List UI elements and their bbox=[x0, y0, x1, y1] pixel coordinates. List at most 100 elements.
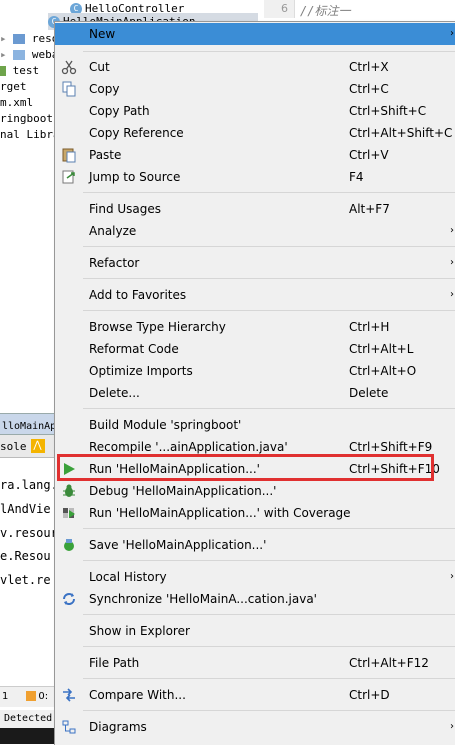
jump-to-source-icon bbox=[62, 170, 75, 184]
menu-separator bbox=[83, 246, 455, 247]
tree-item-springboot-iml[interactable]: ringboot. bbox=[0, 110, 60, 127]
menu-separator bbox=[83, 528, 455, 529]
menu-item-synchronize[interactable]: Synchronize 'HelloMainA...cation.java' bbox=[55, 588, 455, 610]
menu-separator bbox=[83, 710, 455, 711]
menu-item-optimize-imports[interactable]: Optimize Imports Ctrl+Alt+O bbox=[55, 360, 455, 382]
tool-window-0[interactable]: 0: bbox=[38, 691, 48, 702]
debug-icon bbox=[63, 484, 75, 497]
menu-item-shortcut: F4 bbox=[349, 170, 364, 184]
menu-item-find-usages[interactable]: Find Usages Alt+F7 bbox=[55, 198, 455, 220]
console-line: v.resour bbox=[0, 526, 58, 540]
menu-item-compare-with[interactable]: Compare With... Ctrl+D bbox=[55, 684, 455, 706]
menu-item-browse-type-hierarchy[interactable]: Browse Type Hierarchy Ctrl+H bbox=[55, 316, 455, 338]
menu-item-build-module[interactable]: Build Module 'springboot' bbox=[55, 414, 455, 436]
menu-item-shortcut: Ctrl+V bbox=[349, 148, 389, 162]
menu-item-label: Copy Reference bbox=[89, 126, 184, 140]
submenu-arrow-icon: › bbox=[450, 257, 454, 268]
submenu-arrow-icon: › bbox=[450, 571, 454, 582]
console-line: e.Resou bbox=[0, 549, 51, 563]
menu-separator bbox=[83, 408, 455, 409]
menu-item-copy-path[interactable]: Copy Path Ctrl+Shift+C bbox=[55, 100, 455, 122]
menu-item-shortcut: Ctrl+C bbox=[349, 82, 389, 96]
menu-item-label: Reformat Code bbox=[89, 342, 179, 356]
menu-item-label: Find Usages bbox=[89, 202, 162, 216]
menu-item-shortcut: Ctrl+D bbox=[349, 688, 390, 702]
menu-item-file-path[interactable]: File Path Ctrl+Alt+F12 bbox=[55, 652, 455, 674]
scissors-icon bbox=[61, 60, 77, 75]
menu-separator bbox=[83, 678, 455, 679]
tree-item-external-libraries[interactable]: nal Libra bbox=[0, 126, 60, 143]
menu-item-debug[interactable]: Debug 'HelloMainApplication...' bbox=[55, 480, 455, 502]
threads-icon: ⋀ bbox=[30, 438, 45, 453]
paste-icon bbox=[62, 148, 76, 163]
menu-item-jump-to-source[interactable]: Jump to Source F4 bbox=[55, 166, 455, 188]
callout-highlight-box bbox=[57, 454, 434, 481]
menu-item-label: Cut bbox=[89, 60, 110, 74]
menu-item-save-configuration[interactable]: Save 'HelloMainApplication...' bbox=[55, 534, 455, 556]
folder-icon bbox=[13, 50, 26, 60]
menu-item-shortcut: Ctrl+Alt+O bbox=[349, 364, 417, 378]
coverage-icon bbox=[63, 508, 75, 518]
tool-window-1[interactable]: 1 bbox=[2, 691, 8, 702]
menu-item-label: Synchronize 'HelloMainA...cation.java' bbox=[89, 592, 317, 606]
tree-item-test[interactable]: test bbox=[0, 62, 39, 79]
menu-item-shortcut: Ctrl+Alt+L bbox=[349, 342, 414, 356]
menu-item-analyze[interactable]: Analyze › bbox=[55, 220, 455, 242]
menu-separator bbox=[83, 310, 455, 311]
save-config-icon bbox=[64, 539, 74, 551]
console-line: ra.lang. bbox=[0, 478, 58, 492]
menu-item-reformat-code[interactable]: Reformat Code Ctrl+Alt+L bbox=[55, 338, 455, 360]
menu-item-label: Run 'HelloMainApplication...' with Cover… bbox=[89, 506, 351, 520]
folder-icon bbox=[0, 66, 6, 76]
menu-item-shortcut: Alt+F7 bbox=[349, 202, 390, 216]
run-tab[interactable]: lloMainAppl bbox=[0, 413, 68, 435]
tree-item-pom[interactable]: m.xml bbox=[0, 94, 33, 111]
tool-window-bar: 1 0: bbox=[0, 686, 60, 707]
menu-item-paste[interactable]: Paste Ctrl+V bbox=[55, 144, 455, 166]
console-tab[interactable]: sole ⋀ bbox=[0, 435, 60, 458]
menu-item-label: Copy bbox=[89, 82, 120, 96]
menu-item-shortcut: Ctrl+Alt+F12 bbox=[349, 656, 429, 670]
diagram-icon bbox=[62, 720, 76, 734]
sync-icon bbox=[63, 593, 75, 605]
menu-separator bbox=[83, 646, 455, 647]
submenu-arrow-icon: › bbox=[450, 28, 454, 39]
menu-item-label: Copy Path bbox=[89, 104, 150, 118]
menu-item-run-with-coverage[interactable]: Run 'HelloMainApplication...' with Cover… bbox=[55, 502, 455, 524]
menu-item-shortcut: Ctrl+H bbox=[349, 320, 390, 334]
menu-item-label: Refactor bbox=[89, 256, 140, 270]
copy-icon bbox=[62, 81, 76, 97]
menu-separator bbox=[83, 560, 455, 561]
menu-item-copy[interactable]: Copy Ctrl+C bbox=[55, 78, 455, 100]
editor-comment[interactable]: //标注一 bbox=[300, 2, 350, 19]
menu-item-copy-reference[interactable]: Copy Reference Ctrl+Alt+Shift+C bbox=[55, 122, 455, 144]
menu-item-new[interactable]: New › bbox=[55, 23, 455, 45]
folder-icon bbox=[13, 34, 26, 44]
menu-item-refactor[interactable]: Refactor › bbox=[55, 252, 455, 274]
menu-item-diagrams[interactable]: Diagrams › bbox=[55, 716, 455, 738]
context-menu: New › Cut Ctrl+X Copy Ctrl+C Copy Path C… bbox=[54, 21, 455, 745]
menu-item-label: Add to Favorites bbox=[89, 288, 187, 302]
menu-item-label: Browse Type Hierarchy bbox=[89, 320, 226, 334]
menu-item-label: Build Module 'springboot' bbox=[89, 418, 242, 432]
menu-item-shortcut: Ctrl+Shift+C bbox=[349, 104, 427, 118]
tree-expand-icon: ▸ bbox=[0, 32, 7, 45]
editor-gutter: 6 bbox=[264, 0, 295, 18]
menu-item-delete[interactable]: Delete... Delete bbox=[55, 382, 455, 404]
menu-separator bbox=[83, 192, 455, 193]
submenu-arrow-icon: › bbox=[450, 289, 454, 300]
menu-item-label: New bbox=[89, 27, 116, 41]
menu-item-shortcut: Ctrl+Alt+Shift+C bbox=[349, 126, 453, 140]
console-line: vlet.re bbox=[0, 573, 51, 587]
menu-item-label: Analyze bbox=[89, 224, 137, 238]
menu-item-label: Compare With... bbox=[89, 688, 186, 702]
tree-item-target[interactable]: rget bbox=[0, 78, 27, 95]
menu-item-add-to-favorites[interactable]: Add to Favorites › bbox=[55, 284, 455, 306]
menu-item-show-in-explorer[interactable]: Show in Explorer bbox=[55, 620, 455, 642]
status-bar: Detected bbox=[0, 710, 60, 728]
tree-expand-icon: ▸ bbox=[0, 48, 7, 61]
menu-item-cut[interactable]: Cut Ctrl+X bbox=[55, 56, 455, 78]
todo-icon bbox=[26, 691, 37, 701]
menu-item-local-history[interactable]: Local History › bbox=[55, 566, 455, 588]
console-line: lAndVie bbox=[0, 502, 51, 516]
